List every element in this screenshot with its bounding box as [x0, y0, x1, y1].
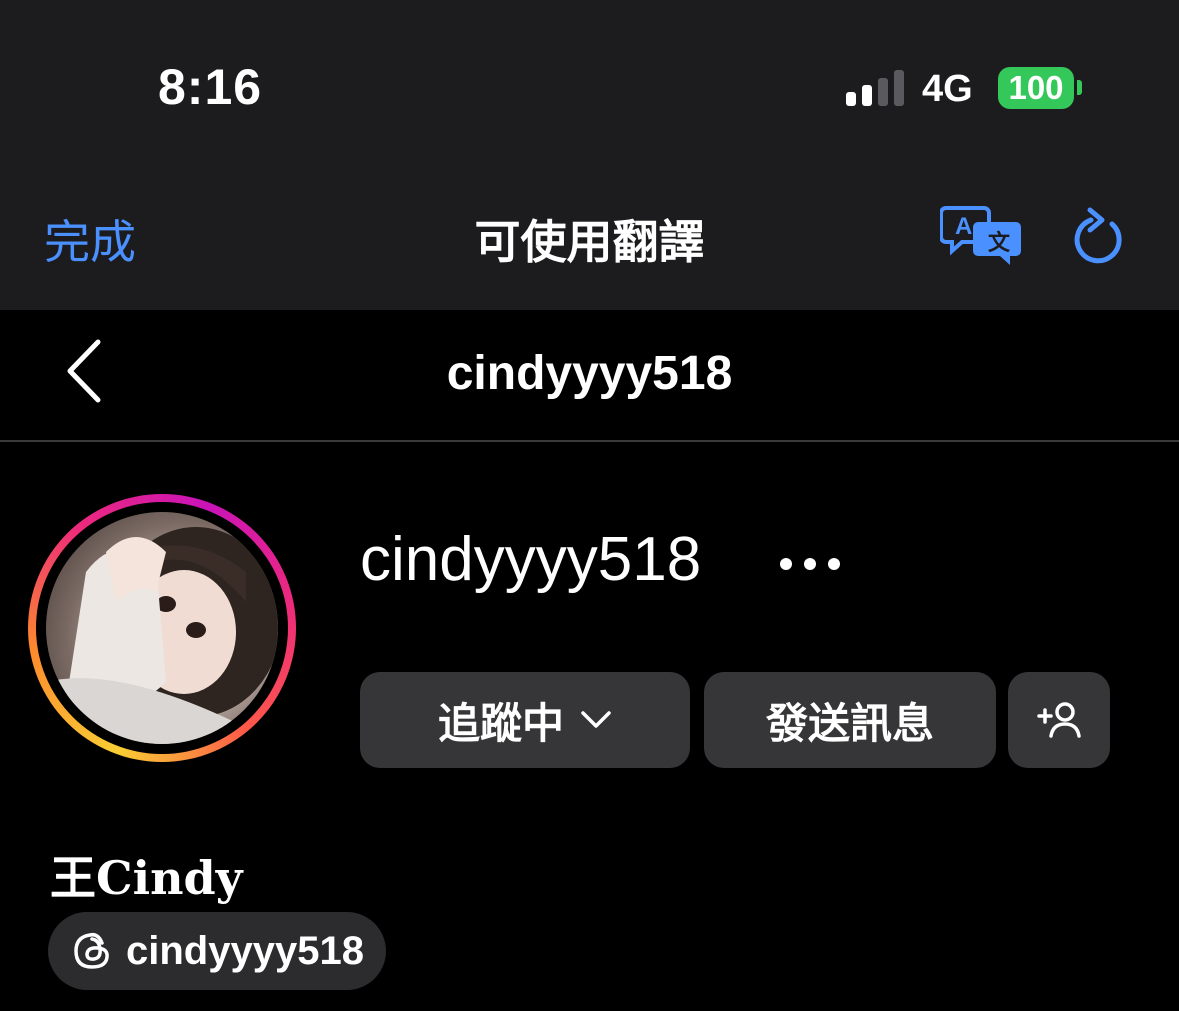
svg-text:文: 文 [988, 230, 1011, 256]
status-time: 8:16 [158, 59, 263, 115]
message-label: 發送訊息 [765, 699, 934, 747]
message-button[interactable]: 發送訊息 [704, 672, 996, 768]
threads-handle: cindyyyy518 [126, 928, 364, 973]
more-dots-icon[interactable] [776, 552, 844, 576]
following-label: 追蹤中 [437, 699, 564, 747]
refresh-icon[interactable] [1072, 206, 1128, 266]
avatar-photo [46, 527, 278, 744]
svg-text:A: A [955, 213, 972, 240]
network-type: 4G [922, 68, 973, 110]
header-username: cindyyyy518 [446, 347, 733, 400]
threads-link[interactable]: cindyyyy518 [48, 912, 386, 990]
signal-strength-icon [846, 70, 904, 106]
translate-icon[interactable]: A 文 [940, 204, 1024, 268]
following-button[interactable]: 追蹤中 [360, 672, 690, 768]
add-person-icon [1037, 702, 1081, 738]
add-user-button[interactable] [1008, 672, 1110, 768]
profile-username: cindyyyy518 [360, 525, 702, 594]
avatar[interactable] [46, 512, 278, 744]
battery-nub [1077, 80, 1082, 95]
threads-icon [74, 932, 109, 969]
full-name: 王Cindy [50, 851, 243, 905]
battery-level: 100 [998, 67, 1074, 109]
chevron-down-icon [581, 711, 611, 728]
